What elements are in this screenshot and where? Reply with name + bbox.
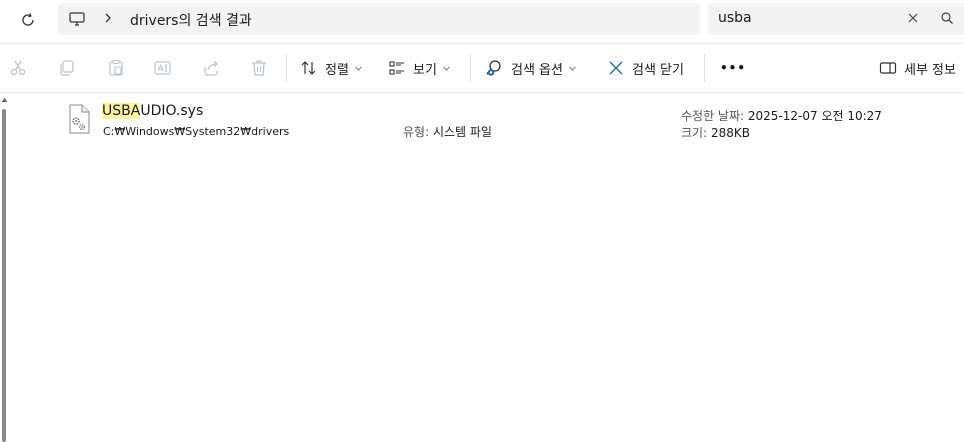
result-row[interactable]: USBAUDIO.sys C:₩Windows₩System32₩drivers… bbox=[60, 98, 940, 142]
address-bar[interactable]: drivers의 검색 결과 bbox=[58, 3, 700, 35]
search-box[interactable]: usba bbox=[708, 3, 964, 35]
file-type-value: 시스템 파일 bbox=[432, 125, 492, 139]
details-pane-button[interactable]: 세부 정보 bbox=[879, 53, 956, 83]
close-search-label: 검색 닫기 bbox=[632, 62, 684, 78]
close-icon bbox=[609, 61, 623, 75]
toolbar-separator bbox=[470, 54, 471, 82]
file-size-value: 288KB bbox=[710, 126, 750, 140]
file-name-rest: UDIO.sys bbox=[140, 103, 204, 119]
file-path: C:₩Windows₩System32₩drivers bbox=[103, 125, 290, 138]
sort-icon bbox=[301, 61, 316, 75]
command-bar: 정렬 보기 검색 옵션 검색 닫기 ••• 세부 정보 bbox=[0, 44, 964, 92]
refresh-button[interactable] bbox=[14, 6, 42, 34]
details-pane-icon bbox=[879, 62, 897, 74]
file-type-label: 유형: bbox=[403, 125, 430, 139]
vertical-scrollbar[interactable] bbox=[0, 93, 9, 442]
delete-icon[interactable] bbox=[249, 58, 269, 78]
scroll-up-arrow-icon[interactable] bbox=[1, 97, 8, 103]
more-options-button[interactable]: ••• bbox=[720, 53, 746, 83]
close-icon[interactable] bbox=[906, 11, 920, 25]
view-button[interactable]: 보기 bbox=[388, 53, 451, 83]
chevron-down-icon bbox=[443, 66, 450, 71]
close-search-button[interactable]: 검색 닫기 bbox=[607, 53, 684, 83]
system-file-icon bbox=[69, 104, 90, 134]
view-list-icon bbox=[389, 61, 404, 75]
sort-label: 정렬 bbox=[325, 62, 349, 78]
cut-icon[interactable] bbox=[8, 58, 28, 78]
toolbar-separator bbox=[286, 54, 287, 82]
toolbar-separator bbox=[704, 54, 705, 82]
title-bar: drivers의 검색 결과 usba bbox=[0, 0, 964, 42]
file-type: 유형: 시스템 파일 bbox=[403, 123, 492, 140]
search-input[interactable]: usba bbox=[718, 10, 752, 26]
search-options-icon bbox=[486, 60, 501, 76]
copy-icon[interactable] bbox=[57, 58, 77, 78]
details-pane-label: 세부 정보 bbox=[904, 62, 956, 78]
date-modified: 수정한 날짜: 2025-12-07 오전 10:27 bbox=[681, 107, 882, 124]
more-icon: ••• bbox=[720, 61, 747, 75]
breadcrumb[interactable]: drivers의 검색 결과 bbox=[130, 10, 252, 30]
scrollbar-thumb[interactable] bbox=[2, 109, 6, 442]
rename-icon[interactable] bbox=[153, 58, 173, 78]
share-icon[interactable] bbox=[201, 58, 221, 78]
search-options-button[interactable]: 검색 옵션 bbox=[484, 53, 577, 83]
chevron-down-icon bbox=[355, 66, 362, 71]
search-match-highlight: USBA bbox=[102, 103, 141, 119]
date-modified-label: 수정한 날짜: bbox=[681, 109, 745, 123]
chevron-right-icon[interactable] bbox=[102, 12, 114, 24]
file-name[interactable]: USBAUDIO.sys bbox=[102, 103, 203, 119]
date-modified-value: 2025-12-07 오전 10:27 bbox=[747, 109, 882, 123]
view-label: 보기 bbox=[413, 62, 437, 78]
search-icon[interactable] bbox=[940, 11, 954, 25]
chevron-down-icon bbox=[569, 66, 576, 71]
this-pc-icon bbox=[69, 12, 85, 26]
file-size: 크기: 288KB bbox=[681, 124, 750, 141]
sort-button[interactable]: 정렬 bbox=[300, 53, 363, 83]
search-options-label: 검색 옵션 bbox=[511, 62, 563, 78]
file-size-label: 크기: bbox=[681, 126, 708, 140]
paste-icon[interactable] bbox=[106, 58, 126, 78]
divider bbox=[0, 92, 964, 93]
refresh-icon bbox=[22, 13, 34, 26]
